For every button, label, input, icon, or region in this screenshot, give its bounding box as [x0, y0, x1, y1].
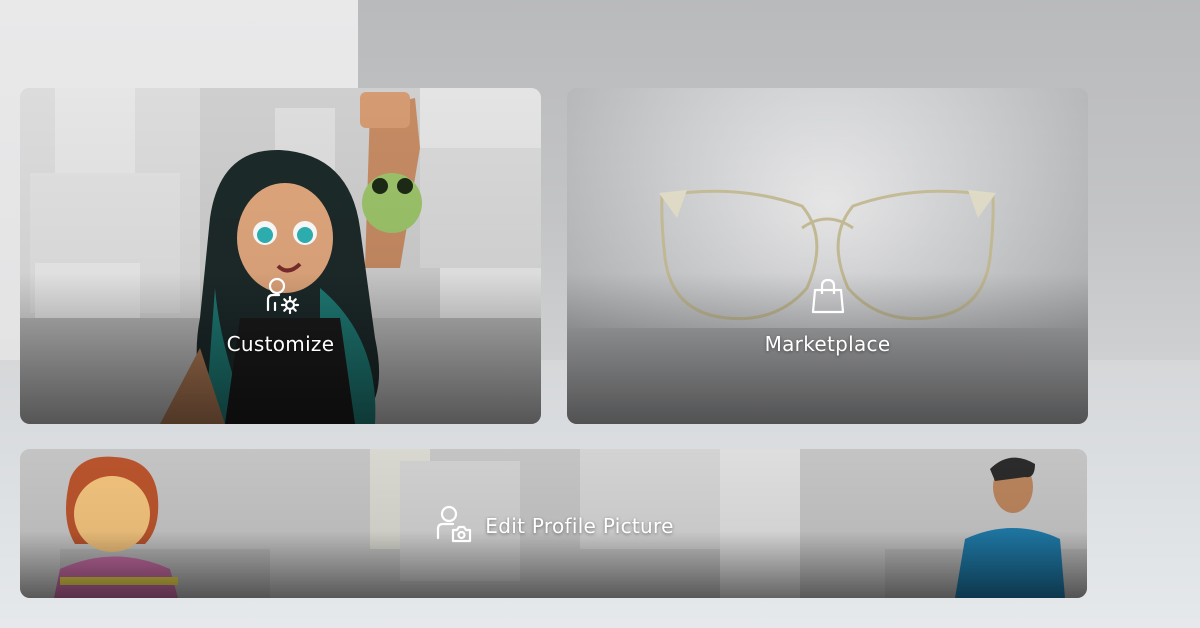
- profile-content: Edit Profile Picture: [20, 504, 1087, 548]
- card-overlay: [567, 88, 1088, 424]
- customize-card[interactable]: Customize: [20, 88, 541, 424]
- marketplace-card[interactable]: Marketplace: [567, 88, 1088, 424]
- marketplace-content: Marketplace: [567, 276, 1088, 356]
- edit-profile-picture-label: Edit Profile Picture: [485, 514, 674, 538]
- avatar-camera-icon: [433, 504, 473, 548]
- customize-label: Customize: [226, 332, 335, 356]
- avatar-gear-icon: [261, 276, 301, 320]
- customize-content: Customize: [20, 276, 541, 356]
- shopping-bag-icon: [808, 276, 848, 320]
- marketplace-label: Marketplace: [764, 332, 891, 356]
- card-overlay: [20, 88, 541, 424]
- edit-profile-picture-card[interactable]: Edit Profile Picture: [20, 449, 1087, 598]
